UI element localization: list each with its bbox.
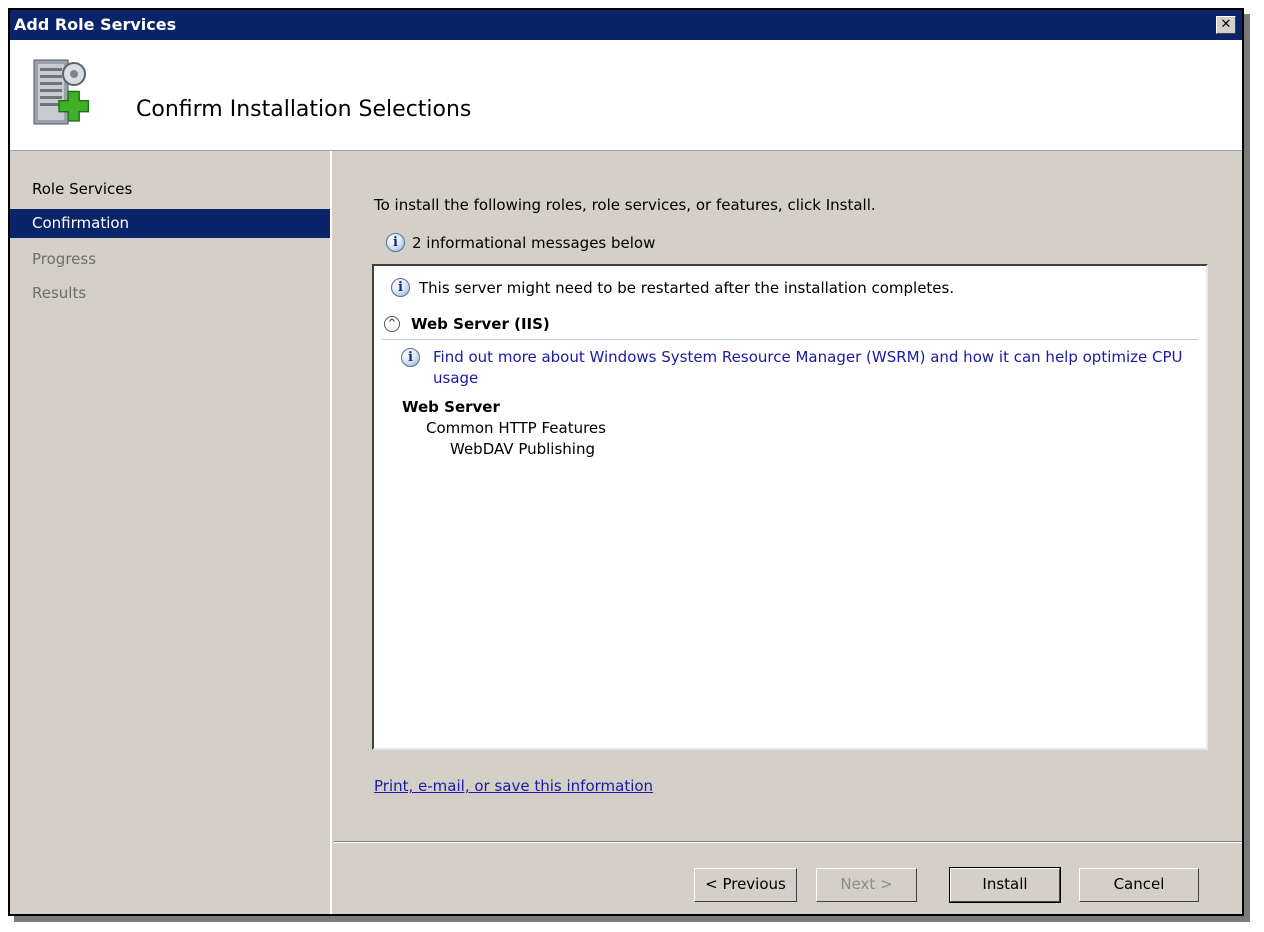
button-separator xyxy=(334,841,1242,843)
restart-notice: i This server might need to be restarted … xyxy=(391,278,954,297)
selection-tree: Web Server Common HTTP Features WebDAV P… xyxy=(402,397,606,460)
nav-item-role-services[interactable]: Role Services xyxy=(10,175,330,204)
nav-item-confirmation[interactable]: Confirmation xyxy=(10,209,330,238)
wsrm-link[interactable]: Find out more about Windows System Resou… xyxy=(433,347,1183,389)
wizard-content: To install the following roles, role ser… xyxy=(334,151,1242,914)
close-button[interactable]: ✕ xyxy=(1216,16,1236,34)
message-count: i 2 informational messages below xyxy=(386,233,655,257)
restart-notice-text: This server might need to be restarted a… xyxy=(419,278,955,297)
add-role-services-dialog: Add Role Services ✕ Confirm Installation… xyxy=(8,8,1244,916)
section-title: Web Server (IIS) xyxy=(411,315,550,333)
tree-item-web-server: Web Server xyxy=(402,398,500,416)
wsrm-link-line1[interactable]: Find out more about Windows System Resou… xyxy=(433,347,1183,368)
server-add-icon xyxy=(33,59,90,125)
title-bar[interactable]: Add Role Services ✕ xyxy=(10,10,1242,40)
nav-item-progress: Progress xyxy=(32,250,97,268)
info-icon: i xyxy=(386,233,405,252)
wizard-nav: Role Services Confirmation Progress Resu… xyxy=(10,151,332,914)
next-button: Next > xyxy=(816,868,917,902)
message-count-text: 2 informational messages below xyxy=(412,233,656,252)
cancel-button[interactable]: Cancel xyxy=(1079,868,1199,902)
install-button[interactable]: Install xyxy=(949,867,1061,903)
print-save-link[interactable]: Print, e-mail, or save this information xyxy=(374,777,653,795)
window-title: Add Role Services xyxy=(14,15,177,34)
info-icon: i xyxy=(391,278,410,297)
wsrm-link-line2[interactable]: usage xyxy=(433,368,1183,389)
wizard-header: Confirm Installation Selections xyxy=(10,40,1242,151)
tree-item-common-http-features: Common HTTP Features xyxy=(426,419,606,437)
previous-button[interactable]: < Previous xyxy=(694,868,797,902)
page-title: Confirm Installation Selections xyxy=(136,97,472,122)
web-server-section-header[interactable]: ^ Web Server (IIS) xyxy=(382,313,1198,340)
selection-details-pane[interactable]: i This server might need to be restarted … xyxy=(372,264,1208,750)
info-icon: i xyxy=(401,348,420,367)
collapse-icon[interactable]: ^ xyxy=(384,316,400,332)
tree-item-webdav-publishing: WebDAV Publishing xyxy=(450,440,595,458)
intro-text: To install the following roles, role ser… xyxy=(374,196,876,214)
nav-item-results: Results xyxy=(32,284,87,302)
